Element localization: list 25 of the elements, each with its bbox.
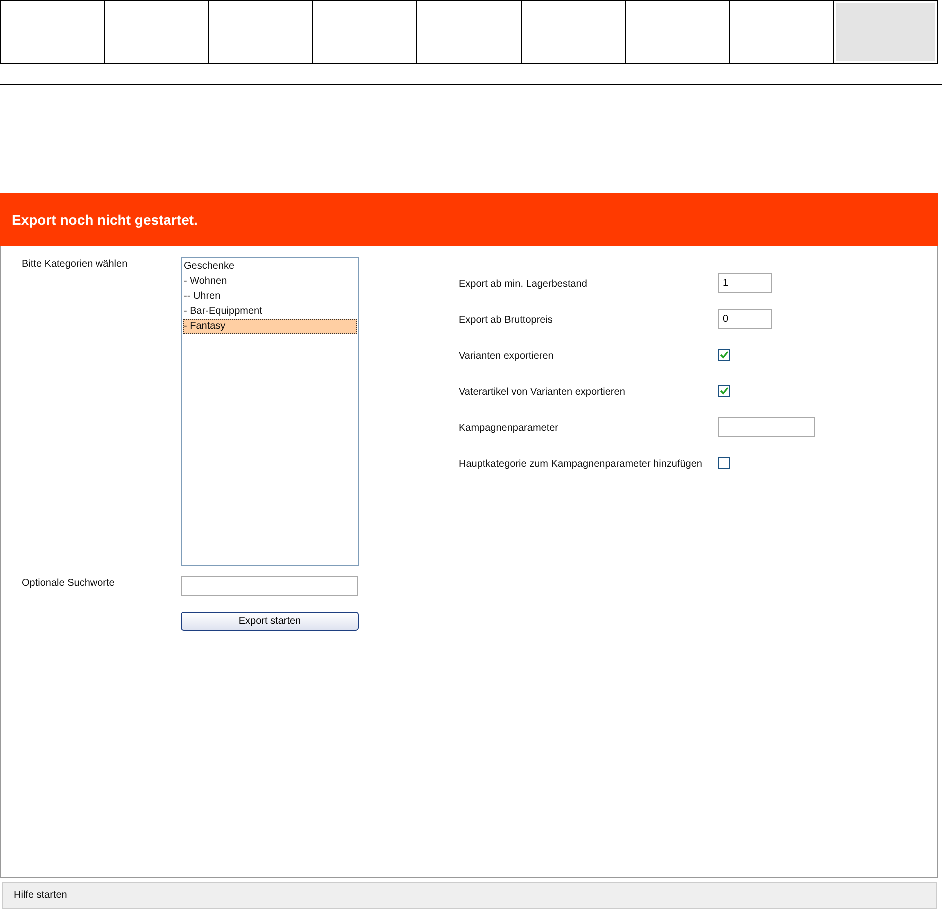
- help-link[interactable]: Hilfe starten: [14, 890, 68, 901]
- input-field[interactable]: [718, 417, 815, 437]
- checkbox[interactable]: [718, 457, 730, 469]
- option-label: Varianten exportieren: [459, 350, 554, 362]
- field-label: Optionale Suchworte: [22, 577, 116, 591]
- input-field[interactable]: [181, 576, 358, 596]
- list-item[interactable]: - Fantasy: [183, 319, 357, 334]
- input-field[interactable]: 0: [718, 309, 772, 329]
- list-item[interactable]: - Wohnen: [183, 274, 357, 289]
- category-list[interactable]: Geschenke - Wohnen -- Uhren - Bar-Equippment - Fantasy: [181, 257, 359, 566]
- help-bar[interactable]: Hilfe starten: [2, 882, 937, 909]
- option-label: Export ab min. Lagerbestand: [459, 278, 588, 290]
- option-label: Vaterartikel von Varianten exportieren: [459, 386, 626, 398]
- option-label: Kampagnenparameter: [459, 422, 559, 434]
- list-item[interactable]: -- Uhren: [183, 289, 357, 304]
- status-banner: Export noch nicht gestartet.: [0, 193, 938, 246]
- field-label: Bitte Kategorien wählen: [22, 258, 129, 272]
- export-button[interactable]: Export starten: [181, 612, 359, 631]
- input-field[interactable]: 1: [718, 273, 772, 293]
- checkbox[interactable]: [718, 349, 730, 361]
- list-item[interactable]: Geschenke: [183, 259, 357, 274]
- option-label: Hauptkategorie zum Kampagnenparameter hinzufügen: [459, 458, 702, 470]
- checkbox[interactable]: [718, 385, 730, 397]
- list-item[interactable]: - Bar-Equippment: [183, 304, 357, 319]
- option-label: Export ab Bruttopreis: [459, 314, 553, 326]
